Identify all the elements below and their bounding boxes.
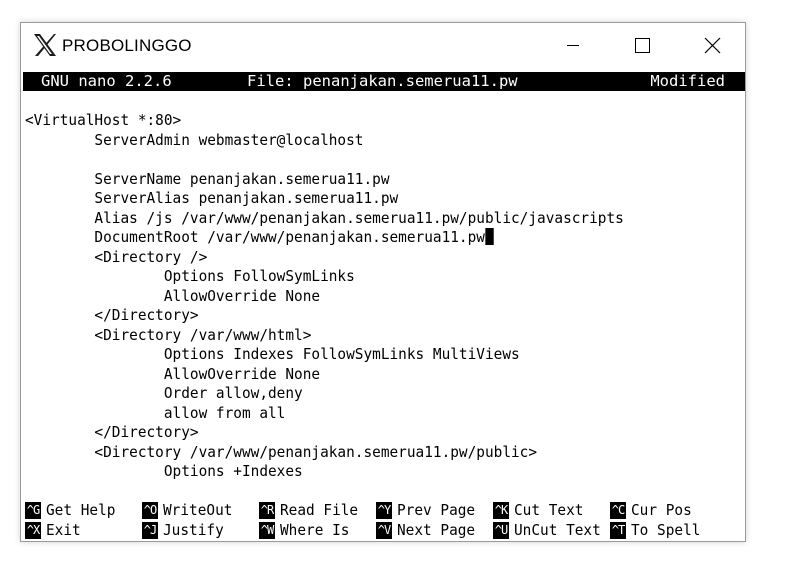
shortcut-item: ^O WriteOut	[142, 500, 238, 520]
shortcut-key: ^Y	[376, 502, 392, 519]
code-line[interactable]: </Directory>	[25, 423, 199, 443]
terminal-window: PROBOLINGGO GNU nano 2.2.6 File: penanja…	[20, 22, 746, 542]
code-line-text: <Directory /var/www/html>	[25, 325, 312, 344]
code-line[interactable]: <Directory />	[25, 248, 207, 268]
code-line-text: </Directory>	[25, 423, 199, 441]
code-line[interactable]: allow from all	[25, 403, 286, 424]
code-line-text: Options +Indexes	[25, 462, 303, 480]
code-line-text: AllowOverride None	[25, 364, 321, 383]
shortcut-item: ^R Read File	[259, 500, 364, 520]
code-line-text: <Directory /var/www/penanjakan.semerua11…	[25, 442, 538, 461]
nano-header-bar: GNU nano 2.2.6 File: penanjakan.semerua1…	[23, 72, 745, 91]
shortcut-key: ^C	[610, 502, 626, 519]
code-line-text: ServerAlias penanjakan.semerua11.pw	[25, 189, 399, 207]
shortcut-label: Exit	[46, 521, 81, 539]
code-line-text: Options FollowSymLinks	[25, 267, 355, 285]
code-line[interactable]: Options Indexes FollowSymLinks MultiView…	[25, 345, 520, 365]
nano-modified-status: Modified	[650, 72, 725, 90]
code-line-text: Order allow,deny	[25, 384, 303, 402]
code-line-text: </Directory>	[25, 306, 199, 324]
shortcut-key: ^J	[142, 522, 158, 539]
title-bar[interactable]: PROBOLINGGO	[21, 23, 745, 69]
shortcut-item: ^V Next Page	[376, 520, 481, 540]
shortcut-label: WriteOut	[163, 501, 233, 519]
shortcut-key: ^O	[142, 502, 158, 519]
code-line[interactable]: ServerAlias penanjakan.semerua11.pw	[25, 189, 398, 209]
code-line[interactable]: Options +Indexes	[25, 462, 303, 482]
code-line[interactable]: ServerAdmin webmaster@localhost	[25, 131, 363, 151]
code-line-text: ServerName penanjakan.semerua11.pw	[25, 169, 390, 188]
maximize-button[interactable]	[619, 23, 665, 67]
shortcut-item: ^Y Prev Page	[376, 500, 481, 520]
code-line-text: Options Indexes FollowSymLinks MultiView…	[25, 345, 520, 363]
code-line[interactable]: ServerName penanjakan.semerua11.pw	[25, 169, 390, 190]
nano-filename: File: penanjakan.semerua11.pw	[247, 72, 518, 90]
code-line[interactable]: AllowOverride None	[25, 287, 320, 307]
code-line[interactable]: <VirtualHost *:80>	[25, 111, 181, 131]
shortcut-key: ^X	[25, 522, 41, 539]
shortcut-label: Read File	[280, 501, 359, 519]
shortcut-label: To Spell	[631, 521, 701, 539]
close-button[interactable]	[689, 23, 735, 67]
shortcut-item: ^T To Spell	[610, 520, 706, 540]
nano-version: GNU nano 2.2.6	[41, 72, 172, 90]
minimize-button[interactable]	[550, 23, 596, 67]
shortcut-key: ^G	[25, 502, 41, 519]
code-line[interactable]: Options FollowSymLinks	[25, 267, 355, 287]
code-line-text: allow from all	[25, 403, 286, 422]
shortcut-item: ^X Exit	[25, 520, 83, 540]
text-cursor	[484, 228, 494, 245]
code-line[interactable]: Alias /js /var/www/penanjakan.semerua11.…	[25, 208, 624, 229]
shortcut-item: ^C Cur Pos	[610, 500, 696, 520]
code-line-text: ServerAdmin webmaster@localhost	[25, 130, 364, 149]
shortcut-label: UnCut Text	[514, 521, 601, 539]
shortcut-item: ^W Where Is	[259, 520, 355, 540]
shortcut-label: Get Help	[46, 501, 116, 519]
shortcut-label: Justify	[163, 521, 224, 539]
code-line[interactable]: <Directory /var/www/html>	[25, 326, 311, 346]
shortcut-item: ^U UnCut Text	[493, 520, 607, 540]
maximize-icon	[635, 38, 650, 53]
code-line-text: AllowOverride None	[25, 286, 321, 305]
shortcut-key: ^K	[493, 502, 509, 519]
code-line[interactable]: <Directory /var/www/penanjakan.semerua11…	[25, 443, 537, 463]
shortcut-item: ^J Justify	[142, 520, 228, 540]
editor-text-area[interactable]: <VirtualHost *:80> ServerAdmin webmaster…	[25, 111, 743, 491]
code-line-text: DocumentRoot /var/www/penanjakan.semerua…	[25, 228, 485, 246]
shortcut-key: ^T	[610, 522, 626, 539]
shortcut-label: Next Page	[397, 521, 476, 539]
code-line-text: <Directory />	[25, 247, 208, 266]
shortcut-label: Cur Pos	[631, 501, 692, 519]
shortcut-key: ^V	[376, 522, 392, 539]
code-line-text: Alias /js /var/www/penanjakan.semerua11.…	[25, 208, 624, 227]
code-line[interactable]: AllowOverride None	[25, 365, 320, 385]
code-line[interactable]: Order allow,deny	[25, 384, 303, 404]
code-line[interactable]: </Directory>	[25, 306, 199, 326]
shortcut-label: Where Is	[280, 521, 350, 539]
minimize-icon	[567, 45, 579, 46]
code-line[interactable]: DocumentRoot /var/www/penanjakan.semerua…	[25, 228, 494, 248]
x-app-icon	[32, 32, 58, 58]
shortcut-item: ^K Cut Text	[493, 500, 589, 520]
shortcut-key: ^R	[259, 502, 275, 519]
nano-shortcut-bar: ^G Get Help ^O WriteOut ^R Read File ^Y Prev Pa…	[25, 500, 743, 540]
shortcut-key: ^U	[493, 522, 509, 539]
close-icon	[704, 37, 721, 54]
window-title: PROBOLINGGO	[62, 36, 192, 55]
terminal-area[interactable]: GNU nano 2.2.6 File: penanjakan.semerua1…	[23, 70, 745, 540]
shortcut-label: Cut Text	[514, 501, 584, 519]
shortcut-item: ^G Get Help	[25, 500, 121, 520]
code-line-text: <VirtualHost *:80>	[25, 111, 182, 129]
shortcut-label: Prev Page	[397, 501, 476, 519]
shortcut-key: ^W	[259, 522, 275, 539]
